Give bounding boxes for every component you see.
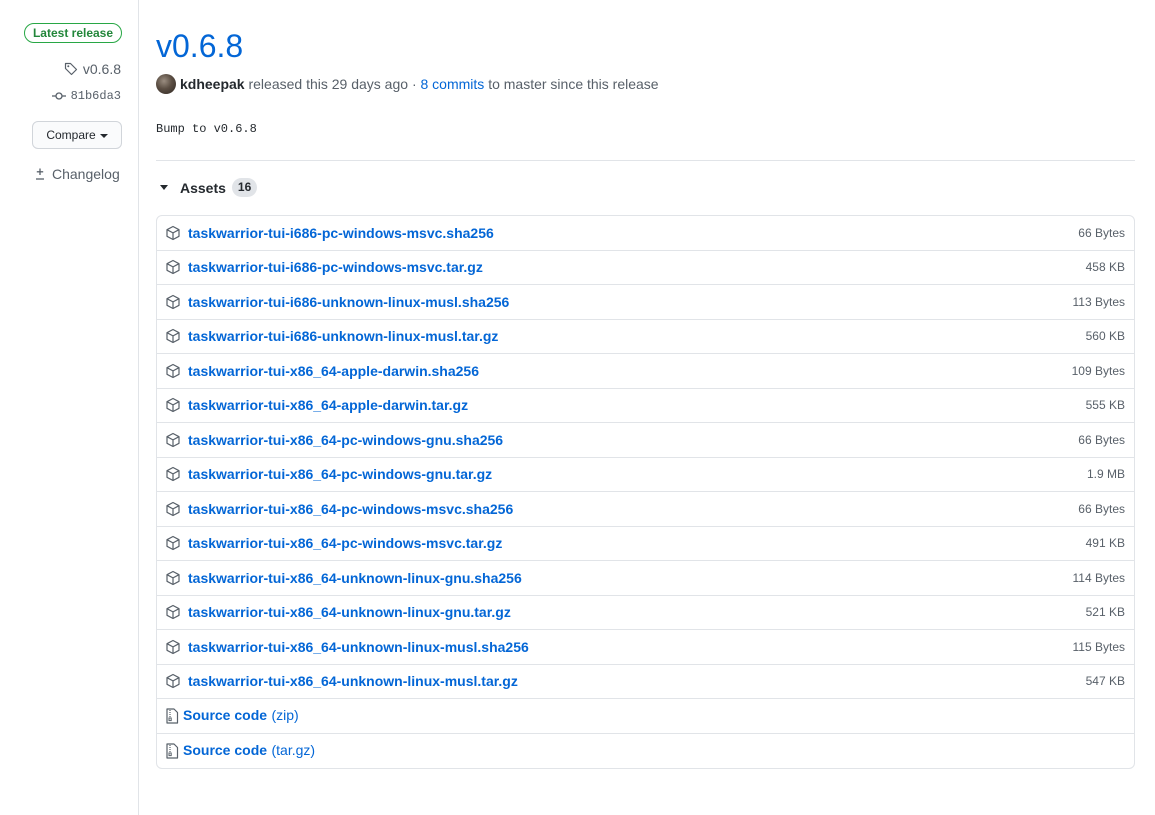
package-icon — [165, 328, 181, 344]
changelog-label: Changelog — [52, 166, 120, 182]
asset-row: taskwarrior-tui-i686-unknown-linux-musl.… — [157, 285, 1134, 320]
divider — [156, 160, 1135, 161]
package-icon — [165, 259, 181, 275]
package-icon — [165, 225, 181, 241]
asset-download-link[interactable]: taskwarrior-tui-x86_64-pc-windows-msvc.s… — [188, 501, 513, 517]
package-icon — [165, 570, 181, 586]
compare-button[interactable]: Compare — [32, 121, 122, 149]
asset-size: 66 Bytes — [1078, 432, 1125, 447]
assets-toggle[interactable]: Assets 16 — [156, 178, 258, 197]
avatar[interactable] — [156, 74, 176, 94]
latest-release-badge: Latest release — [24, 23, 122, 43]
package-icon — [165, 363, 181, 379]
asset-row: taskwarrior-tui-x86_64-unknown-linux-gnu… — [157, 561, 1134, 596]
release-body: Bump to v0.6.8 — [156, 122, 257, 136]
package-icon — [165, 673, 181, 689]
commits-suffix: to master since this release — [488, 76, 659, 92]
asset-download-link[interactable]: taskwarrior-tui-x86_64-pc-windows-gnu.ta… — [188, 466, 492, 482]
package-icon — [165, 535, 181, 551]
asset-download-link[interactable]: taskwarrior-tui-i686-pc-windows-msvc.sha… — [188, 225, 494, 241]
asset-size: 66 Bytes — [1078, 225, 1125, 240]
asset-row: taskwarrior-tui-x86_64-unknown-linux-mus… — [157, 665, 1134, 699]
diff-icon — [33, 167, 47, 181]
asset-size: 109 Bytes — [1071, 363, 1125, 378]
asset-download-link[interactable]: taskwarrior-tui-x86_64-unknown-linux-mus… — [188, 639, 529, 655]
source-format: (zip) — [271, 706, 299, 723]
commit-sha: 81b6da3 — [70, 89, 121, 103]
changelog-link[interactable]: Changelog — [33, 166, 120, 182]
asset-row: taskwarrior-tui-i686-pc-windows-msvc.sha… — [157, 216, 1134, 251]
released-text: released this 29 days ago — [248, 76, 409, 92]
asset-size: 555 KB — [1085, 398, 1125, 413]
assets-label: Assets — [180, 179, 226, 196]
asset-row: taskwarrior-tui-x86_64-pc-windows-gnu.ta… — [157, 458, 1134, 492]
asset-download-link[interactable]: taskwarrior-tui-x86_64-apple-darwin.tar.… — [188, 397, 468, 413]
asset-download-link[interactable]: taskwarrior-tui-x86_64-unknown-linux-gnu… — [188, 604, 511, 620]
assets-count-badge: 16 — [231, 178, 258, 197]
source-download-link[interactable]: Source code (zip) — [183, 707, 299, 725]
asset-download-link[interactable]: taskwarrior-tui-x86_64-pc-windows-gnu.sh… — [188, 432, 503, 448]
file-zip-icon — [165, 708, 179, 724]
assets-list: taskwarrior-tui-i686-pc-windows-msvc.sha… — [156, 215, 1135, 769]
release-meta: kdheepak released this 29 days ago · 8 c… — [156, 74, 659, 94]
package-icon — [165, 604, 181, 620]
asset-download-link[interactable]: taskwarrior-tui-i686-unknown-linux-musl.… — [188, 294, 509, 310]
asset-size: 458 KB — [1085, 260, 1125, 275]
package-icon — [165, 639, 181, 655]
asset-row: taskwarrior-tui-x86_64-pc-windows-gnu.sh… — [157, 423, 1134, 458]
asset-size: 560 KB — [1085, 329, 1125, 344]
tag-link[interactable]: v0.6.8 — [63, 61, 121, 77]
package-icon — [165, 397, 181, 413]
asset-download-link[interactable]: taskwarrior-tui-i686-pc-windows-msvc.tar… — [188, 259, 483, 275]
source-name: Source code — [183, 741, 268, 758]
asset-size: 114 Bytes — [1072, 570, 1125, 585]
package-icon — [165, 294, 181, 310]
source-code-row: Source code (zip) — [157, 699, 1134, 734]
package-icon — [165, 501, 181, 517]
source-download-link[interactable]: Source code (tar.gz) — [183, 742, 315, 760]
chevron-down-icon — [99, 133, 108, 138]
source-code-row: Source code (tar.gz) — [157, 734, 1134, 769]
asset-download-link[interactable]: taskwarrior-tui-x86_64-unknown-linux-mus… — [188, 673, 518, 689]
asset-row: taskwarrior-tui-x86_64-pc-windows-msvc.s… — [157, 492, 1134, 527]
asset-row: taskwarrior-tui-x86_64-pc-windows-msvc.t… — [157, 527, 1134, 561]
asset-size: 115 Bytes — [1072, 639, 1125, 654]
tag-name: v0.6.8 — [82, 61, 121, 77]
commit-link[interactable]: 81b6da3 — [51, 88, 121, 104]
package-icon — [165, 432, 181, 448]
source-name: Source code — [183, 706, 268, 723]
commits-link[interactable]: 8 commits — [421, 76, 485, 92]
asset-row: taskwarrior-tui-x86_64-apple-darwin.sha2… — [157, 354, 1134, 389]
asset-download-link[interactable]: taskwarrior-tui-x86_64-unknown-linux-gnu… — [188, 570, 522, 586]
asset-size: 66 Bytes — [1078, 501, 1125, 516]
git-commit-icon — [51, 88, 67, 104]
release-title[interactable]: v0.6.8 — [156, 26, 243, 66]
compare-label: Compare — [46, 128, 96, 142]
asset-row: taskwarrior-tui-x86_64-unknown-linux-mus… — [157, 630, 1134, 665]
author-link[interactable]: kdheepak — [180, 76, 245, 92]
asset-row: taskwarrior-tui-x86_64-apple-darwin.tar.… — [157, 389, 1134, 423]
triangle-down-icon — [160, 185, 168, 190]
asset-row: taskwarrior-tui-i686-pc-windows-msvc.tar… — [157, 251, 1134, 285]
package-icon — [165, 466, 181, 482]
asset-size: 1.9 MB — [1086, 467, 1125, 482]
asset-download-link[interactable]: taskwarrior-tui-i686-unknown-linux-musl.… — [188, 328, 498, 344]
release-sidebar: Latest release v0.6.8 81b6da3 Compare Ch… — [0, 0, 139, 815]
asset-download-link[interactable]: taskwarrior-tui-x86_64-pc-windows-msvc.t… — [188, 535, 502, 551]
asset-row: taskwarrior-tui-x86_64-unknown-linux-gnu… — [157, 596, 1134, 630]
asset-download-link[interactable]: taskwarrior-tui-x86_64-apple-darwin.sha2… — [188, 363, 479, 379]
tag-icon — [63, 61, 79, 77]
file-zip-icon — [165, 743, 179, 759]
source-format: (tar.gz) — [271, 741, 316, 758]
asset-size: 547 KB — [1085, 674, 1125, 689]
asset-row: taskwarrior-tui-i686-unknown-linux-musl.… — [157, 320, 1134, 354]
asset-size: 113 Bytes — [1072, 294, 1125, 309]
asset-size: 491 KB — [1085, 536, 1125, 551]
asset-size: 521 KB — [1085, 605, 1125, 620]
